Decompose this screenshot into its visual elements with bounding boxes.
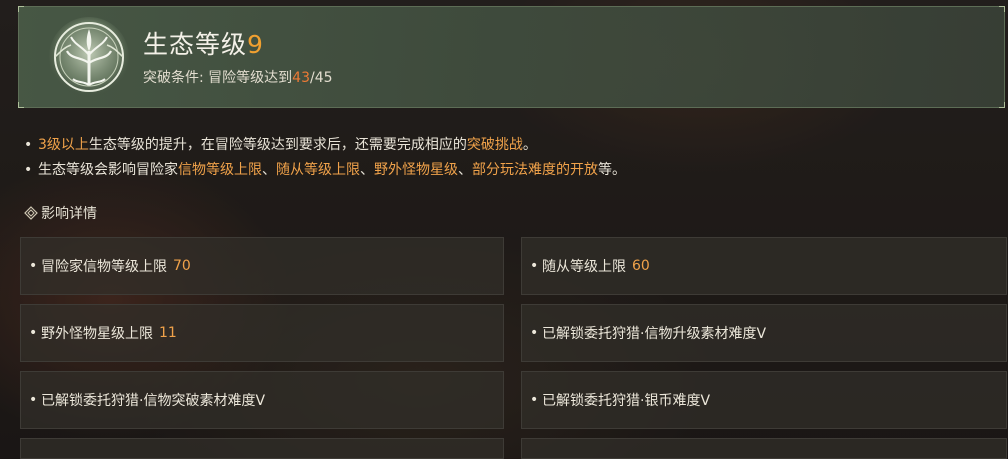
- highlight-text: 部分玩法难度的开放: [472, 162, 598, 178]
- ornament-diamond-icon: [24, 206, 38, 220]
- detail-value: 60: [632, 258, 650, 274]
- bullet-text: 等。: [598, 162, 626, 178]
- detail-card: • 冒险家信物等级上限 70: [20, 237, 504, 295]
- section-label: 影响详情: [41, 206, 97, 222]
- detail-card: • 已解锁委托狩猎·信物突破素材难度V: [20, 371, 504, 429]
- highlight-text: 突破挑战: [466, 137, 523, 153]
- corner-ornament: [18, 102, 24, 108]
- bullet-dot-icon: •: [24, 137, 33, 153]
- detail-label: 野外怪物星级上限: [41, 326, 153, 342]
- info-bullets: • 3级以上生态等级的提升，在冒险等级达到要求后，还需要完成相应的突破挑战。 • 生…: [24, 133, 984, 183]
- detail-card-partial: [521, 438, 1007, 459]
- highlight-text: 野外怪物星级: [374, 162, 458, 178]
- bullet-text: 、: [262, 162, 276, 178]
- breakthrough-condition: 突破条件: 冒险等级达到43/45: [143, 67, 333, 87]
- detail-card: • 已解锁委托狩猎·信物升级素材难度V: [521, 304, 1007, 362]
- detail-label: 已解锁委托狩猎·信物突破素材难度V: [41, 393, 266, 409]
- info-bullet: • 3级以上生态等级的提升，在冒险等级达到要求后，还需要完成相应的突破挑战。: [24, 133, 984, 158]
- condition-max: /45: [310, 70, 333, 86]
- bullet-text: 、: [360, 162, 374, 178]
- corner-ornament: [999, 102, 1005, 108]
- bullet-text: 。: [522, 137, 537, 153]
- tree-emblem-icon: [49, 17, 129, 97]
- section-heading: 影响详情: [24, 203, 97, 223]
- detail-label: 已解锁委托狩猎·银币难度V: [542, 393, 711, 409]
- bullet-dot-icon: •: [24, 162, 33, 178]
- bullet-dot-icon: •: [530, 392, 539, 408]
- title-text: 生态等级: [143, 30, 248, 59]
- highlight-text: 3级以上: [38, 137, 89, 153]
- detail-label: 冒险家信物等级上限: [41, 259, 167, 275]
- bullet-text: 生态等级的提升，在冒险等级达到要求后，还需要完成相应的: [88, 137, 467, 153]
- condition-label: 突破条件: 冒险等级达到: [143, 70, 293, 86]
- bullet-dot-icon: •: [530, 325, 539, 341]
- bullet-text: 、: [458, 162, 472, 178]
- eco-level-header: 生态等级9 突破条件: 冒险等级达到43/45: [18, 6, 1005, 108]
- bullet-dot-icon: •: [29, 325, 38, 341]
- info-bullet: • 生态等级会影响冒险家信物等级上限、随从等级上限、野外怪物星级、部分玩法难度的开…: [24, 158, 984, 183]
- bullet-text: 生态等级会影响冒险家: [38, 162, 178, 178]
- level-value: 9: [247, 30, 264, 59]
- detail-card: • 野外怪物星级上限 11: [20, 304, 504, 362]
- corner-ornament: [999, 6, 1005, 12]
- bullet-dot-icon: •: [29, 258, 38, 274]
- detail-card: • 已解锁委托狩猎·银币难度V: [521, 371, 1007, 429]
- condition-current: 43: [292, 70, 310, 86]
- corner-ornament: [18, 6, 24, 12]
- detail-value: 11: [159, 325, 177, 341]
- detail-label: 随从等级上限: [542, 259, 626, 275]
- highlight-text: 信物等级上限: [178, 162, 262, 178]
- highlight-text: 随从等级上限: [276, 162, 360, 178]
- detail-label: 已解锁委托狩猎·信物升级素材难度V: [542, 326, 767, 342]
- bullet-dot-icon: •: [530, 258, 539, 274]
- detail-value: 70: [173, 258, 191, 274]
- page-title: 生态等级9: [143, 25, 264, 61]
- bullet-dot-icon: •: [29, 392, 38, 408]
- detail-card-partial: [20, 438, 504, 459]
- detail-card: • 随从等级上限 60: [521, 237, 1007, 295]
